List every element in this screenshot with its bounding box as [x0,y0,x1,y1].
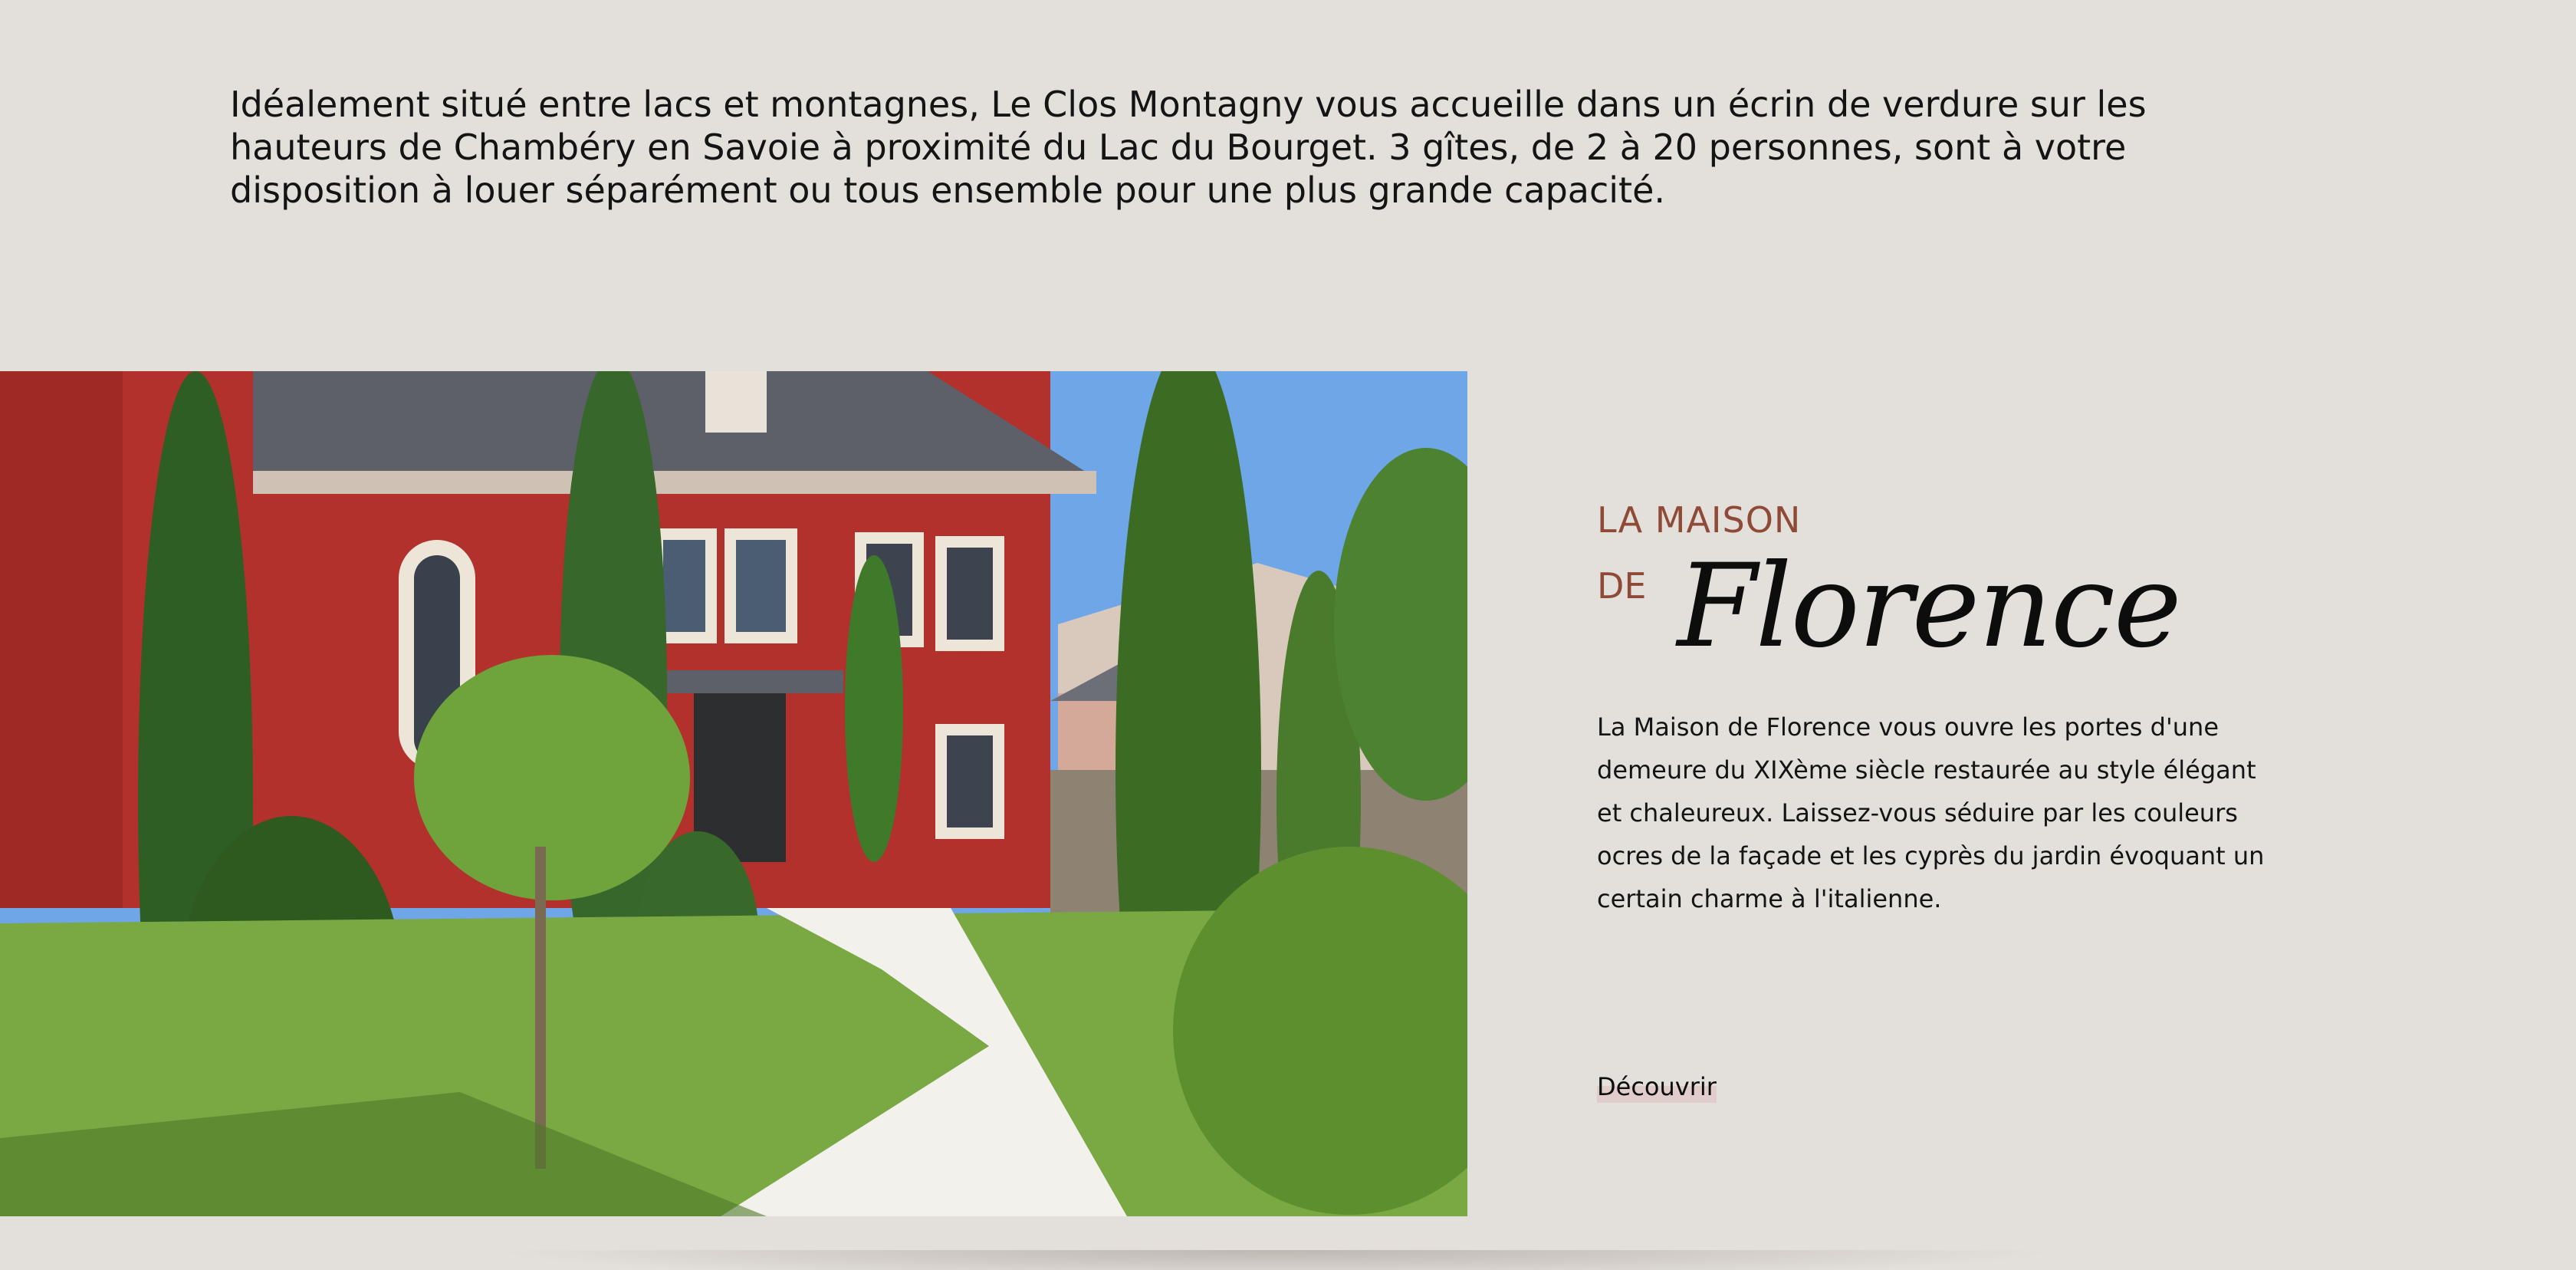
intro-paragraph: Idéalement situé entre lacs et montagnes… [230,84,2147,211]
discover-link[interactable]: Découvrir [1597,1072,1717,1103]
next-section-shadow [491,1250,2062,1270]
house-photo [0,371,1467,1216]
feature-text: LA MAISON DE Florence La Maison de Flore… [1597,491,2302,945]
feature-title: DE Florence [1597,541,2302,664]
feature-title-script: Florence [1677,540,2182,673]
feature-title-prefix: DE [1597,565,1647,607]
house-illustration [0,371,1467,1216]
page: Idéalement situé entre lacs et montagnes… [0,0,2576,1270]
feature-description: La Maison de Florence vous ouvre les por… [1597,712,2265,913]
